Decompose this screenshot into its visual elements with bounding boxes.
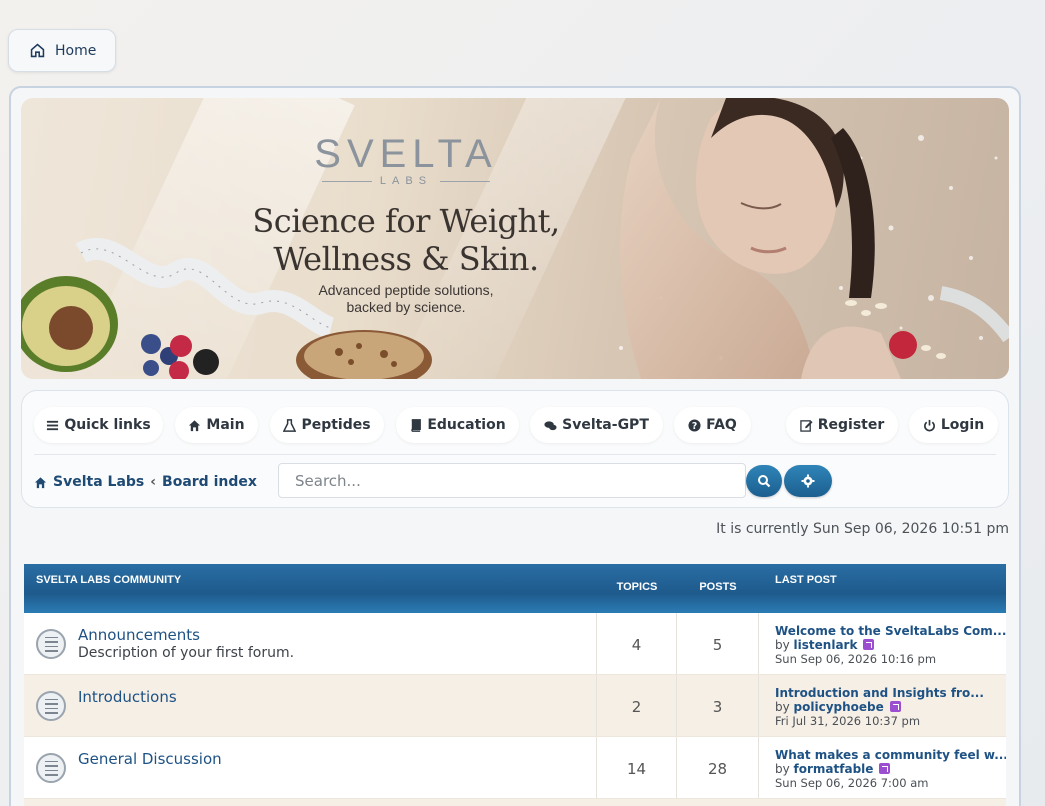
banner-tagline: Advanced peptide solutions, backed by sc… [318,282,494,315]
model-portrait-image [620,98,1009,379]
breadcrumb-board-index-link[interactable]: Board index [162,474,257,490]
posts-count: 5 [677,613,759,674]
brand-name: SVELTA [314,132,498,176]
nav-peptides[interactable]: Peptides [270,407,384,443]
col-last-post: LAST POST [775,574,837,586]
search-input[interactable] [278,463,746,498]
nav-register[interactable]: Register [786,407,898,443]
current-time: It is currently Sun Sep 06, 2026 10:51 p… [716,521,1009,537]
last-post-user-link[interactable]: policyphoebe [794,700,884,714]
last-post-by: by [775,700,790,714]
home-button-label: Home [55,42,97,59]
nav-svelta-gpt[interactable]: Svelta-GPT [530,407,663,443]
search-icon [758,475,771,488]
navbar: Quick links Main Peptides Education Svel… [21,390,1009,508]
posts-count: 3 [677,675,759,736]
search-button[interactable] [746,465,782,497]
nav-divider [34,454,996,455]
forum-description: Description of your first forum. [78,645,295,661]
forum-category-table: SVELTA LABS COMMUNITY TOPICS POSTS LAST … [24,564,1006,806]
forum-row: Announcements Description of your first … [24,613,1006,675]
gear-icon [801,474,815,488]
flask-icon [283,418,297,432]
goto-post-icon[interactable] [889,701,901,712]
nav-main[interactable]: Main [175,407,258,443]
last-post-user-link[interactable]: formatfable [794,762,874,776]
goto-post-icon[interactable] [879,763,891,774]
nav-quick-links[interactable]: Quick links [34,407,163,443]
forum-title-link[interactable]: Announcements [78,626,596,644]
last-post-date: Fri Jul 31, 2026 10:37 pm [775,714,921,728]
nav-login[interactable]: Login [909,407,998,443]
topics-count: 14 [597,737,677,798]
posts-count: 28 [677,737,759,798]
home-icon [189,419,201,431]
last-post-by: by [775,638,790,652]
forum-read-icon [36,629,66,659]
avocado-berries-image [21,276,219,379]
bars-icon [47,420,59,430]
nav-label: Login [940,417,985,433]
last-post-date: Sun Sep 06, 2026 10:16 pm [775,652,937,666]
breadcrumb: Svelta Labs ‹ Board index [34,470,257,494]
col-topics: TOPICS [616,581,658,593]
nav-links: Quick links Main Peptides Education Svel… [34,407,998,443]
nav-label: Register [817,417,885,433]
last-post-by: by [775,762,790,776]
last-post-date: Sun Sep 06, 2026 7:00 am [775,776,929,790]
granola-bowl-image [296,330,432,379]
forum-title-link[interactable]: General Discussion [78,750,596,768]
topics-count: 4 [597,613,677,674]
nav-faq[interactable]: ? FAQ [674,407,751,443]
forum-header: SVELTA LABS COMMUNITY TOPICS POSTS LAST … [24,564,1006,613]
advanced-search-button[interactable] [784,465,832,497]
last-post-title-link[interactable]: What makes a community feel w... [775,748,1006,762]
last-post-user-link[interactable]: listenlark [794,638,858,652]
forum-row: Introductions 2 3 Introduction and Insig… [24,675,1006,737]
topics-count: 2 [597,675,677,736]
forum-row: General Discussion 14 28 What makes a co… [24,737,1006,799]
last-post-title-link[interactable]: Welcome to the SveltaLabs Com... [775,624,1006,638]
goto-post-icon[interactable] [863,639,875,650]
banner-headline: Science for Weight, Wellness & Skin. [252,202,560,278]
brand-logo: SVELTA LABS [311,132,501,187]
power-icon [923,419,935,431]
last-post-title-link[interactable]: Introduction and Insights fro... [775,686,996,700]
nav-label: Main [206,417,245,433]
nav-label: Svelta-GPT [562,417,649,433]
breadcrumb-home-link[interactable]: Svelta Labs [53,474,144,490]
breadcrumb-separator: ‹ [150,474,157,490]
forum-read-icon [36,753,66,783]
forum-read-icon [36,691,66,721]
hero-banner: SVELTA LABS Science for Weight, Wellness… [21,98,1009,379]
forum-row-partial [24,799,1006,806]
home-icon [30,43,45,58]
forum-title-link[interactable]: Introductions [78,688,596,706]
question-icon: ? [688,418,701,431]
nav-label: FAQ [706,417,737,433]
nav-education[interactable]: Education [396,407,519,443]
col-posts: POSTS [699,581,737,593]
book-icon [411,418,422,432]
nav-label: Quick links [64,417,151,433]
category-title[interactable]: SVELTA LABS COMMUNITY [24,564,597,613]
svg-text:?: ? [692,420,697,431]
chat-icon [544,420,557,430]
home-button[interactable]: Home [8,29,116,72]
home-icon [34,476,47,488]
edit-icon [800,419,813,432]
nav-label: Peptides [301,417,371,433]
nav-label: Education [427,417,506,433]
